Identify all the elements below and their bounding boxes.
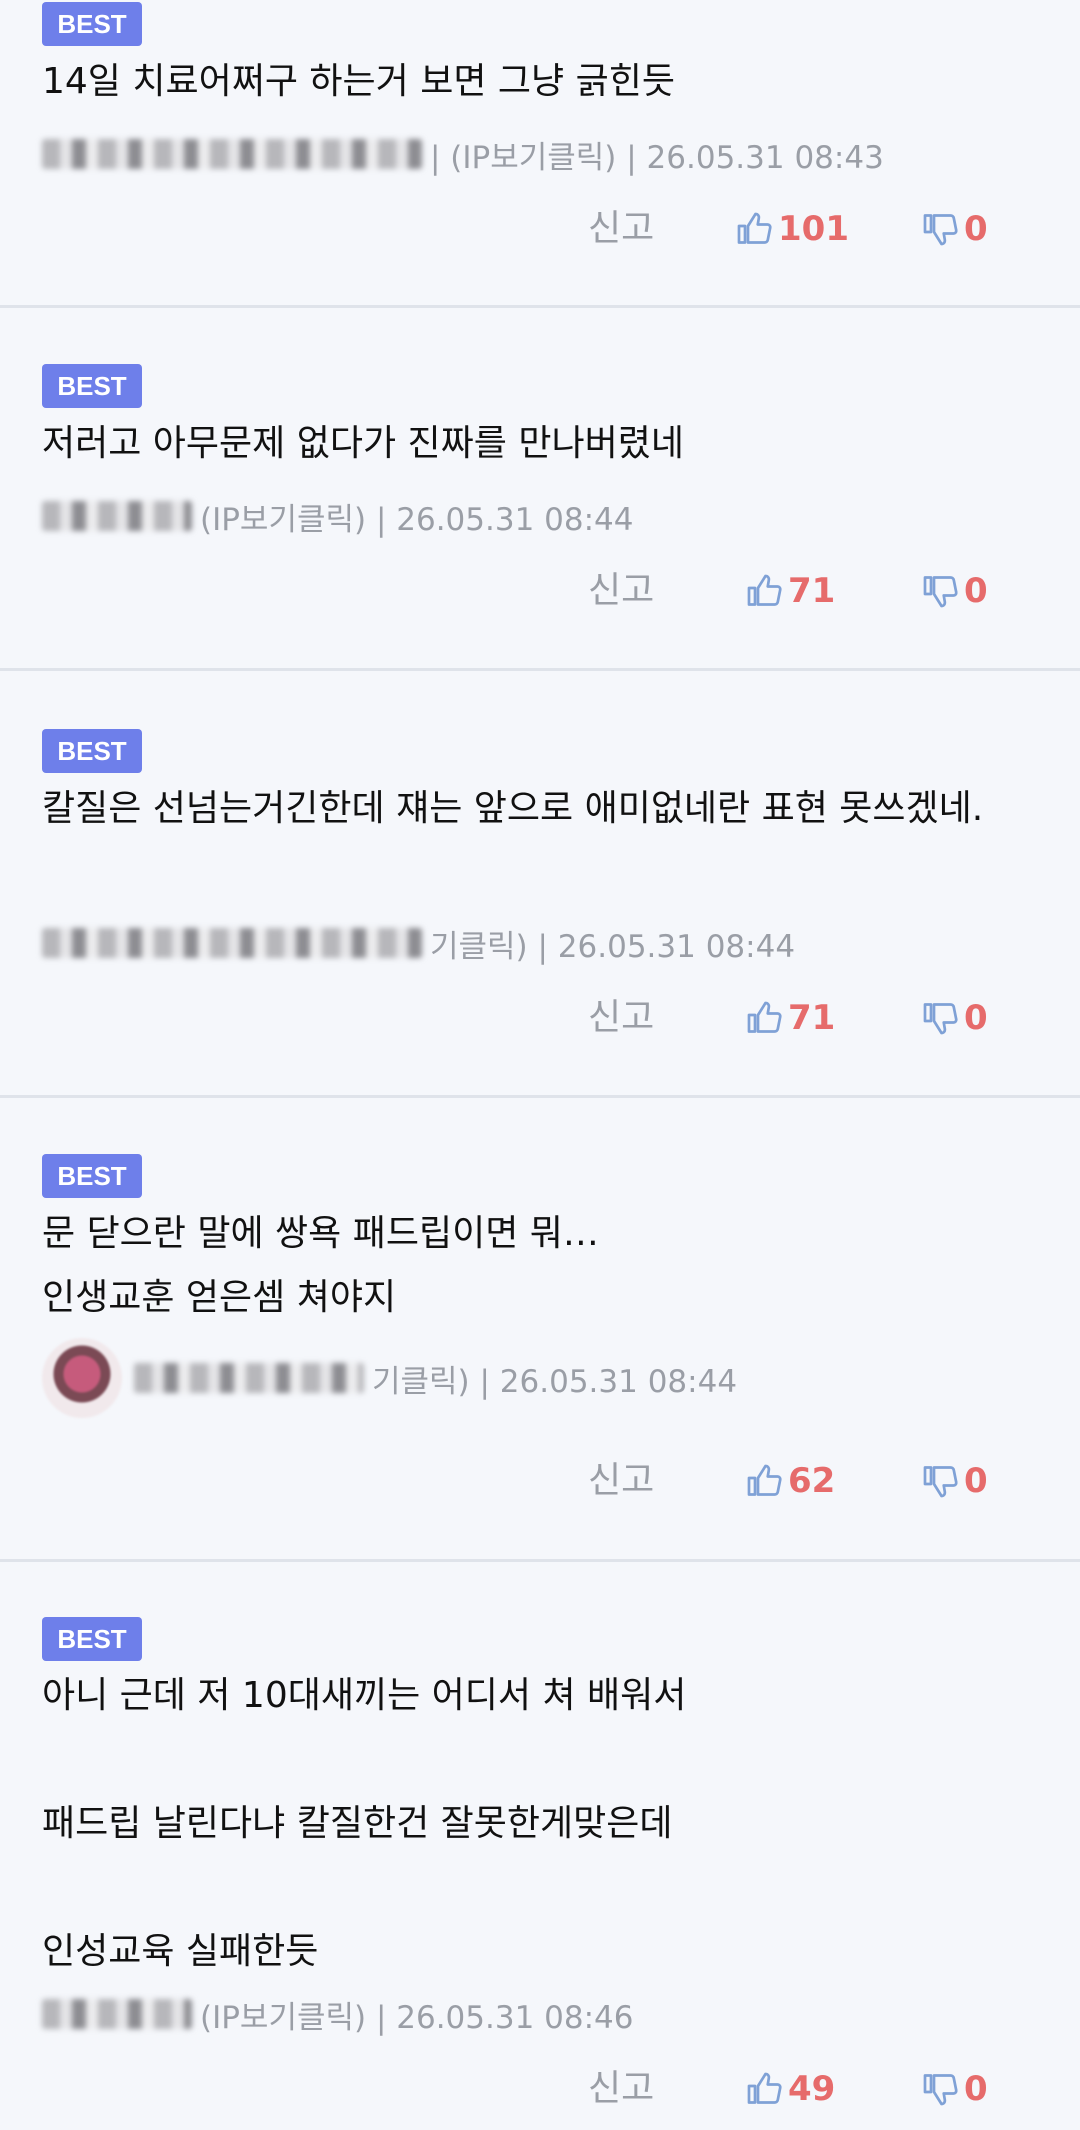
thumbs-up-icon — [747, 1464, 782, 1496]
comment-text: 14일 치료어쩌구 하는거 보면 그냥 긁힌듯 — [42, 61, 675, 102]
meta-text: 기클릭) | 26.05.31 08:44 — [372, 1363, 738, 1400]
dislike-button[interactable]: 0 — [922, 1456, 988, 1506]
comment-meta: | (IP보기클릭) | 26.05.31 08:43 — [42, 132, 884, 176]
comment-text: 문 닫으란 말에 쌍욕 패드립이면 뭐… 인생교훈 얻은셈 쳐야지 — [42, 1213, 599, 1318]
meta-text: | (IP보기클릭) | 26.05.31 08:43 — [430, 139, 884, 176]
thumbs-up-icon — [747, 574, 782, 606]
thumbs-down-icon — [923, 2074, 958, 2106]
thumbs-up-icon — [747, 2072, 782, 2104]
thumbs-up-icon — [747, 1001, 782, 1033]
comment-actions: 신고 71 0 — [0, 993, 1080, 1043]
like-count: 71 — [788, 998, 836, 1038]
thumbs-down-icon — [923, 576, 958, 608]
comment-actions: 신고 62 0 — [0, 1456, 1080, 1506]
dislike-count: 0 — [964, 2069, 988, 2109]
best-badge: BEST — [42, 1617, 142, 1661]
report-button[interactable]: 신고 — [588, 993, 654, 1043]
like-count: 71 — [788, 571, 836, 611]
like-count: 101 — [778, 209, 849, 249]
dislike-count: 0 — [964, 571, 988, 611]
comment-meta: (IP보기클릭) | 26.05.31 08:46 — [42, 1992, 634, 2036]
comment-list: BEST 14일 치료어쩌구 하는거 보면 그냥 긁힌듯 | (IP보기클릭) … — [0, 0, 1080, 2130]
comment-actions: 신고 101 0 — [0, 204, 1080, 254]
thumbs-up-icon — [737, 212, 772, 244]
blurred-nickname[interactable] — [42, 1999, 192, 2029]
blurred-nickname[interactable] — [42, 139, 422, 169]
best-badge: BEST — [42, 364, 142, 408]
comment-item: BEST 문 닫으란 말에 쌍욕 패드립이면 뭐… 인생교훈 얻은셈 쳐야지 기… — [0, 1098, 1080, 1562]
report-button[interactable]: 신고 — [588, 566, 654, 616]
comment-item: BEST 칼질은 선넘는거긴한데 쟤는 앞으로 애미없네란 표현 못쓰겠네. 기… — [0, 671, 1080, 1098]
report-button[interactable]: 신고 — [588, 204, 654, 254]
blurred-nickname[interactable] — [42, 928, 422, 958]
like-button[interactable]: 49 — [746, 2064, 835, 2114]
comment-actions: 신고 71 0 — [0, 566, 1080, 616]
like-button[interactable]: 62 — [746, 1456, 835, 1506]
dislike-count: 0 — [964, 998, 988, 1038]
dislike-button[interactable]: 0 — [922, 566, 988, 616]
dislike-count: 0 — [964, 1461, 988, 1501]
like-button[interactable]: 71 — [746, 993, 835, 1043]
blurred-nickname[interactable] — [42, 501, 192, 531]
like-count: 62 — [788, 1461, 836, 1501]
dislike-button[interactable]: 0 — [922, 2064, 988, 2114]
best-badge: BEST — [42, 2, 142, 46]
meta-text: (IP보기클릭) | 26.05.31 08:44 — [200, 501, 634, 538]
comment-item: BEST 저러고 아무문제 없다가 진짜를 만나버렸네 (IP보기클릭) | 2… — [0, 308, 1080, 671]
thumbs-down-icon — [923, 1466, 958, 1498]
comment-meta: 기클릭) | 26.05.31 08:44 — [42, 1338, 738, 1418]
dislike-count: 0 — [964, 209, 988, 249]
like-button[interactable]: 71 — [746, 566, 835, 616]
comment-actions: 신고 49 0 — [0, 2064, 1080, 2114]
dislike-button[interactable]: 0 — [922, 993, 988, 1043]
comment-meta: (IP보기클릭) | 26.05.31 08:44 — [42, 494, 634, 538]
meta-text: (IP보기클릭) | 26.05.31 08:46 — [200, 1999, 634, 2036]
best-badge: BEST — [42, 729, 142, 773]
comment-item: BEST 14일 치료어쩌구 하는거 보면 그냥 긁힌듯 | (IP보기클릭) … — [0, 0, 1080, 308]
avatar[interactable] — [42, 1338, 122, 1418]
blurred-nickname[interactable] — [134, 1363, 364, 1393]
meta-text: 기클릭) | 26.05.31 08:44 — [430, 928, 796, 965]
report-button[interactable]: 신고 — [588, 1456, 654, 1506]
comment-text: 칼질은 선넘는거긴한데 쟤는 앞으로 애미없네란 표현 못쓰겠네. — [42, 788, 984, 829]
comment-text: 저러고 아무문제 없다가 진짜를 만나버렸네 — [42, 423, 684, 464]
dislike-button[interactable]: 0 — [922, 204, 988, 254]
thumbs-down-icon — [923, 214, 958, 246]
like-button[interactable]: 101 — [736, 204, 849, 254]
best-badge: BEST — [42, 1154, 142, 1198]
like-count: 49 — [788, 2069, 836, 2109]
comment-meta: 기클릭) | 26.05.31 08:44 — [42, 921, 795, 965]
report-button[interactable]: 신고 — [588, 2064, 654, 2114]
comment-item: BEST 아니 근데 저 10대새끼는 어디서 쳐 배워서 패드립 날린다냐 칼… — [0, 1562, 1080, 2130]
thumbs-down-icon — [923, 1003, 958, 1035]
comment-text: 아니 근데 저 10대새끼는 어디서 쳐 배워서 패드립 날린다냐 칼질한건 잘… — [42, 1675, 687, 1972]
